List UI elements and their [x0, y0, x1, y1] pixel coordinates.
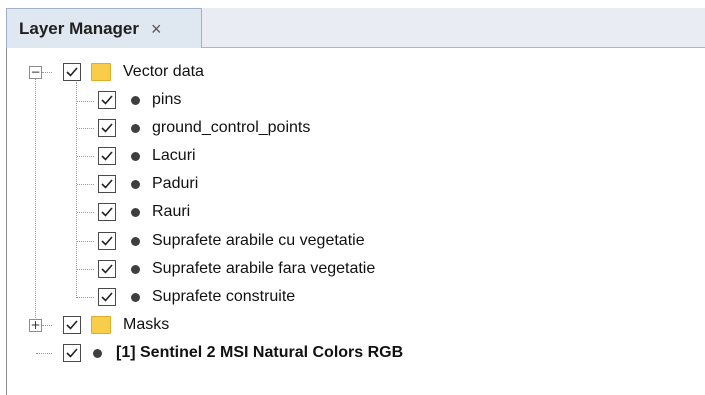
layer-dot-icon [131, 95, 140, 105]
tree-line [77, 241, 94, 242]
checkmark-icon [101, 264, 113, 274]
checkmark-icon [101, 207, 113, 217]
checkmark-icon [101, 95, 113, 105]
layer-checkbox[interactable] [98, 119, 116, 137]
tree-line [77, 269, 94, 270]
layer-label: ground_control_points [152, 119, 311, 136]
folder-icon [91, 316, 111, 334]
checkmark-icon [101, 179, 113, 189]
layer-item[interactable]: Paduri [98, 171, 198, 197]
layer-dot-icon [131, 151, 140, 161]
layer-dot-icon [131, 236, 140, 246]
tree-line [77, 297, 94, 298]
layer-item[interactable]: Suprafete arabile cu vegetatie [98, 228, 365, 254]
layer-checkbox[interactable] [63, 63, 81, 81]
checkmark-icon [101, 292, 113, 302]
tree-line [77, 212, 94, 213]
layer-dot-icon [131, 264, 140, 274]
layer-label: Suprafete arabile fara vegetatie [152, 260, 376, 277]
tree-line [76, 82, 77, 298]
close-icon[interactable]: × [151, 20, 162, 38]
layer-checkbox[interactable] [98, 175, 116, 193]
layer-checkbox[interactable] [63, 344, 81, 362]
raster-layer-item[interactable]: [1] Sentinel 2 MSI Natural Colors RGB [63, 340, 403, 366]
checkmark-icon [101, 236, 113, 246]
tree-group-vector-data[interactable]: Vector data [63, 59, 204, 85]
expand-icon[interactable]: + [29, 319, 42, 332]
group-label: Vector data [123, 63, 204, 80]
layer-label: Lacuri [152, 147, 196, 164]
layer-item[interactable]: Suprafete arabile fara vegetatie [98, 256, 375, 282]
tree-line [35, 78, 36, 324]
layer-label: Suprafete arabile cu vegetatie [152, 232, 365, 249]
layer-tree: − Vector data pins ground_control_points… [6, 48, 705, 395]
collapse-icon[interactable]: − [29, 66, 42, 79]
layer-checkbox[interactable] [98, 91, 116, 109]
checkmark-icon [66, 67, 78, 77]
layer-dot-icon [131, 179, 140, 189]
tree-line [77, 128, 94, 129]
layer-item[interactable]: Suprafete construite [98, 284, 295, 310]
layer-label: Suprafete construite [152, 288, 296, 305]
checkmark-icon [101, 151, 113, 161]
checkmark-icon [66, 320, 78, 330]
layer-dot-icon [93, 348, 102, 358]
tree-group-masks[interactable]: Masks [63, 312, 169, 338]
layer-checkbox[interactable] [98, 203, 116, 221]
layer-checkbox[interactable] [98, 260, 116, 278]
layer-label: Rauri [152, 203, 191, 220]
tree-line [36, 353, 52, 354]
tree-line [77, 184, 94, 185]
layer-checkbox[interactable] [98, 232, 116, 250]
layer-dot-icon [131, 292, 140, 302]
tab-layer-manager[interactable]: Layer Manager × [6, 8, 202, 48]
layer-item[interactable]: ground_control_points [98, 115, 310, 141]
layer-item[interactable]: pins [98, 87, 181, 113]
tree-line [77, 156, 94, 157]
layer-checkbox[interactable] [98, 147, 116, 165]
tree-line [42, 325, 52, 326]
tab-title: Layer Manager [19, 18, 139, 38]
layer-dot-icon [131, 123, 140, 133]
layer-manager-window: Layer Manager × − Vector data pins groun… [0, 0, 705, 395]
layer-item[interactable]: Rauri [98, 199, 190, 225]
tree-line [77, 101, 94, 102]
layer-label: Paduri [152, 175, 199, 192]
layer-checkbox[interactable] [98, 288, 116, 306]
checkmark-icon [66, 348, 78, 358]
layer-checkbox[interactable] [63, 316, 81, 334]
layer-label: pins [152, 91, 182, 108]
folder-icon [91, 63, 111, 81]
checkmark-icon [101, 123, 113, 133]
tree-line [42, 72, 52, 73]
group-label: Masks [123, 316, 170, 333]
layer-label: [1] Sentinel 2 MSI Natural Colors RGB [116, 344, 404, 361]
layer-dot-icon [131, 207, 140, 217]
layer-item[interactable]: Lacuri [98, 143, 196, 169]
